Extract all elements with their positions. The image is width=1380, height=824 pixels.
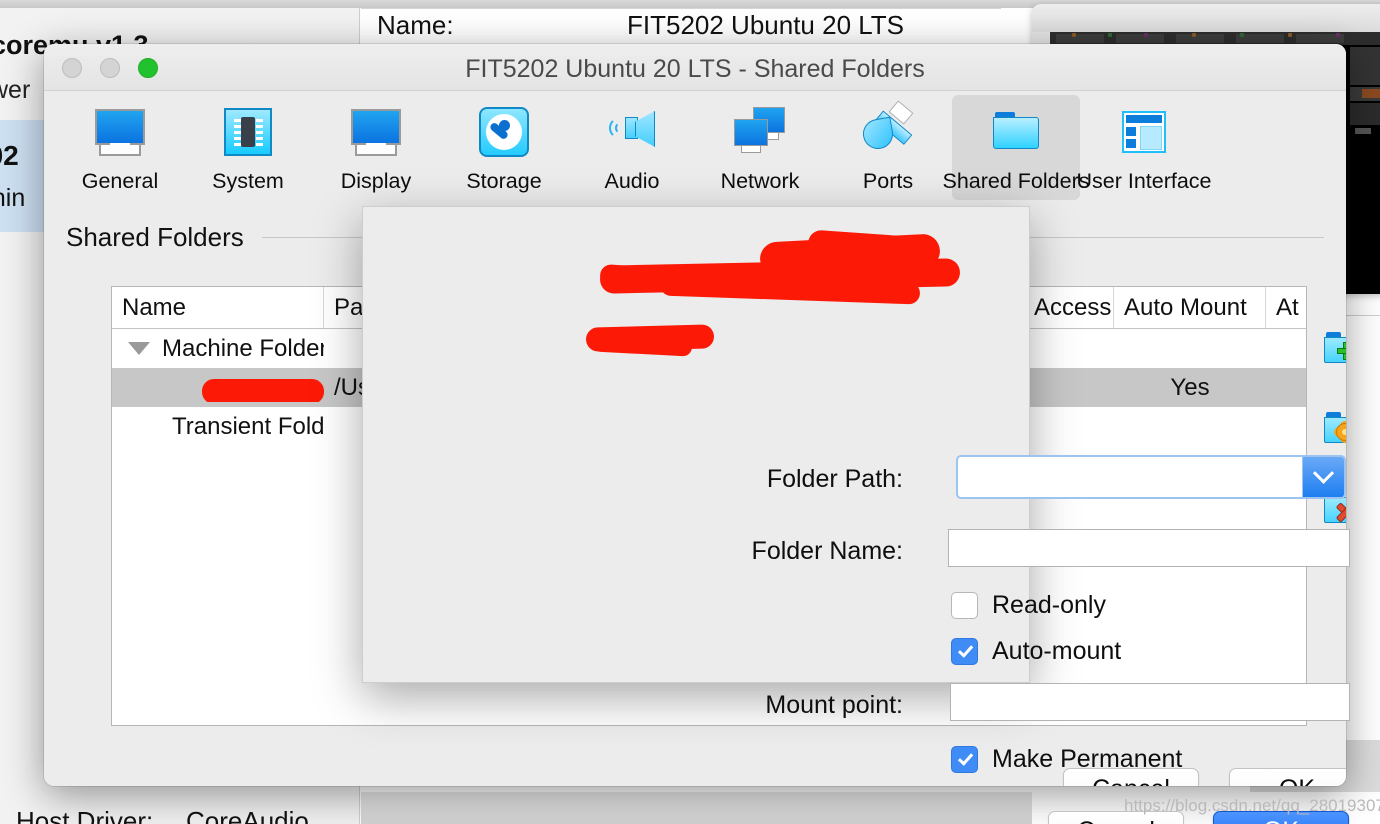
toolbar-item-display[interactable]: Display [312, 95, 440, 200]
add-shared-folder-button[interactable] [1321, 330, 1346, 372]
speaker-icon [603, 103, 661, 161]
toolbar-label-audio: Audio [604, 169, 660, 193]
toolbar-label-display: Display [340, 169, 412, 193]
watermark-text: https://blog.csdn.net/qq_28019307 [1124, 796, 1380, 815]
vm-list-selected-state: nnin [0, 184, 26, 212]
vm-preview-titlebar [1032, 4, 1380, 32]
detail-key-host-driver: Host Driver: [16, 806, 154, 824]
window-title: FIT5202 Ubuntu 20 LTS - Shared Folders [465, 55, 925, 83]
detail-value-name: FIT5202 Ubuntu 20 LTS [627, 10, 905, 40]
user-interface-icon [1115, 103, 1173, 161]
toolbar-item-user-interface[interactable]: User Interface [1076, 95, 1212, 200]
section-title: Shared Folders [66, 221, 244, 252]
edit-shared-folder-button[interactable] [1321, 410, 1346, 452]
toolbar-label-network: Network [720, 169, 800, 193]
make-permanent-label: Make Permanent [992, 745, 1183, 773]
disclosure-triangle-icon[interactable] [128, 342, 150, 355]
auto-mount-checkbox-row[interactable]: Auto-mount [951, 637, 1121, 666]
detail-row-name: Name: FIT5202 Ubuntu 20 LTS [377, 10, 904, 41]
folder-icon [987, 103, 1045, 161]
hard-disk-icon [475, 103, 533, 161]
row-name-machine-folders: Machine Folders [162, 334, 324, 362]
detail-value-host-driver: CoreAudio [186, 806, 309, 824]
folder-path-input[interactable] [958, 457, 1302, 497]
toolbar-label-ports: Ports [862, 169, 914, 193]
column-header-at[interactable]: At [1266, 287, 1306, 328]
settings-toolbar: General System Display Storage Audio Net… [44, 91, 1346, 204]
column-header-name[interactable]: Name [112, 287, 324, 328]
network-icon [731, 103, 789, 161]
toolbar-item-audio[interactable]: Audio [568, 95, 696, 200]
vm-list-item-state: wer [0, 76, 31, 104]
toolbar-label-storage: Storage [466, 169, 542, 193]
auto-mount-label: Auto-mount [992, 637, 1122, 665]
checkmark-icon [957, 749, 973, 766]
vm-list-selected-name: 202 [0, 140, 19, 171]
toolbar-item-ports[interactable]: Ports [824, 95, 952, 200]
screenshot-root: -coremu v1.3 wer 202 nnin Name:FIT5202 U… [0, 0, 1380, 824]
folder-name-input[interactable] [948, 529, 1350, 567]
chevron-down-icon [1312, 462, 1335, 484]
checkmark-icon [957, 641, 973, 658]
auto-mount-checkbox[interactable] [951, 638, 978, 665]
read-only-label: Read-only [992, 591, 1106, 619]
settings-titlebar[interactable]: FIT5202 Ubuntu 20 LTS - Shared Folders [44, 44, 1346, 91]
folder-path-label: Folder Path: [766, 465, 903, 493]
ports-icon [859, 100, 917, 161]
detail-row-host-driver: Host Driver: CoreAudio [16, 806, 309, 824]
row-auto-mount: Yes [1170, 373, 1210, 401]
folder-name-label: Folder Name: [751, 537, 903, 565]
monitor-icon [91, 103, 149, 161]
chip-icon [219, 103, 277, 161]
toolbar-item-general[interactable]: General [56, 95, 184, 200]
toolbar-label-general: General [81, 169, 159, 193]
read-only-checkbox[interactable] [951, 592, 978, 619]
toolbar-item-storage[interactable]: Storage [440, 95, 568, 200]
detail-key-name: Name: [377, 10, 454, 40]
column-header-access[interactable]: Access [1024, 287, 1114, 328]
mount-point-label: Mount point: [765, 691, 903, 719]
settings-ok-button[interactable]: OK [1229, 768, 1346, 786]
toolbar-item-network[interactable]: Network [696, 95, 824, 200]
redaction-stroke [202, 378, 324, 402]
toolbar-item-system[interactable]: System [184, 95, 312, 200]
column-header-auto-mount[interactable]: Auto Mount [1114, 287, 1266, 328]
toolbar-label-user-interface: User Interface [1076, 169, 1212, 193]
make-permanent-checkbox-row[interactable]: Make Permanent [951, 745, 1182, 774]
row-name-transient-folders: Transient Folders [172, 412, 324, 440]
toolbar-label-system: System [212, 169, 284, 193]
folder-path-dropdown-button[interactable] [1302, 457, 1344, 497]
read-only-checkbox-row[interactable]: Read-only [951, 591, 1106, 620]
folder-path-combobox[interactable] [956, 455, 1346, 499]
make-permanent-checkbox[interactable] [951, 746, 978, 773]
display-icon [347, 103, 405, 161]
mount-point-input[interactable] [950, 683, 1350, 721]
toolbar-label-shared-folders: Shared Folders [942, 169, 1090, 193]
toolbar-item-shared-folders[interactable]: Shared Folders [943, 95, 1090, 200]
